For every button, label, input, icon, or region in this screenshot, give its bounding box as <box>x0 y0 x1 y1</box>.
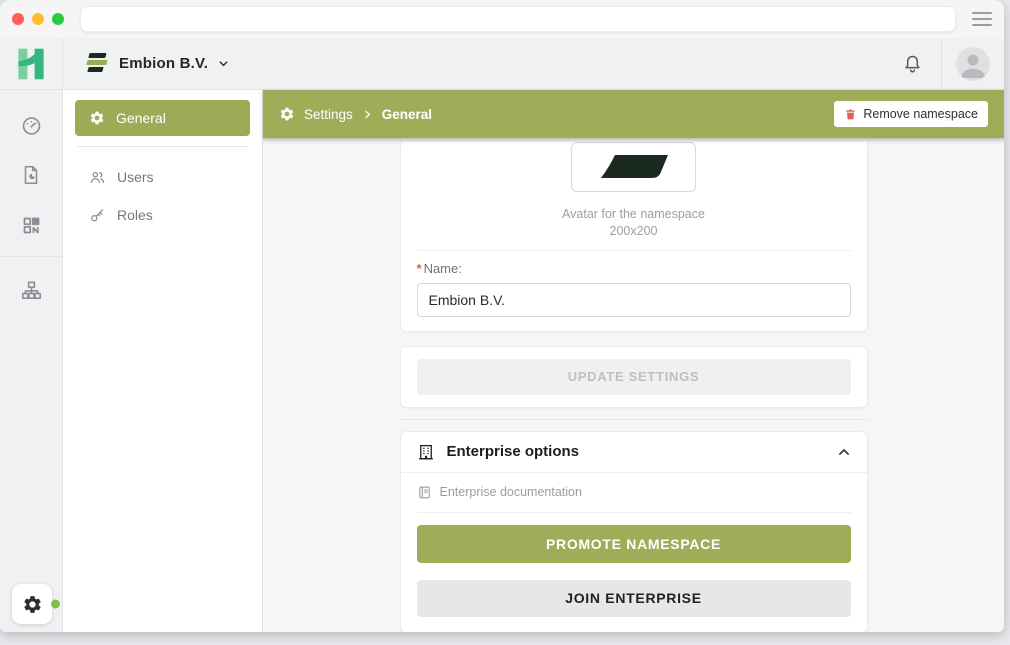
form-actions-card: UPDATE SETTINGS <box>400 346 868 408</box>
gear-icon <box>279 106 295 122</box>
nav-apps-button[interactable] <box>0 200 62 250</box>
settings-sidebar: General Users <box>63 90 263 632</box>
main-area: Settings General Remove namespace <box>263 90 1004 632</box>
breadcrumb-settings[interactable]: Settings <box>304 107 353 122</box>
primary-nav-rail <box>0 90 63 632</box>
update-settings-button[interactable]: UPDATE SETTINGS <box>417 359 851 395</box>
namespace-avatar-image <box>594 154 674 180</box>
join-enterprise-button[interactable]: JOIN ENTERPRISE <box>417 580 851 617</box>
sitemap-icon <box>20 279 43 302</box>
breadcrumb-bar: Settings General Remove namespace <box>263 90 1004 138</box>
browser-window: Embion B.V. <box>0 0 1004 632</box>
settings-shortcut-button[interactable] <box>12 584 52 624</box>
nav-organization-button[interactable] <box>0 265 62 315</box>
zoom-window-button[interactable] <box>52 13 64 25</box>
sidebar-item-label: General <box>116 110 166 126</box>
workspace-switcher[interactable]: Embion B.V. <box>63 38 243 89</box>
sidebar-item-users[interactable]: Users <box>75 159 250 195</box>
enterprise-options-header[interactable]: Enterprise options <box>401 432 867 473</box>
key-icon <box>89 207 106 224</box>
enterprise-documentation-link[interactable]: Enterprise documentation <box>417 485 851 500</box>
apps-grid-icon <box>21 215 42 236</box>
app-header: Embion B.V. <box>0 38 1004 90</box>
namespace-avatar-upload[interactable] <box>571 142 696 192</box>
address-bar[interactable] <box>80 6 956 32</box>
chevron-down-icon <box>218 58 229 69</box>
gear-icon <box>22 594 43 615</box>
breadcrumb-general: General <box>382 107 432 122</box>
required-marker: * <box>417 261 422 276</box>
section-divider <box>400 419 868 420</box>
sidebar-item-label: Users <box>117 169 154 185</box>
users-icon <box>89 169 106 186</box>
browser-chrome <box>0 0 1004 38</box>
dashboard-gauge-icon <box>20 114 43 137</box>
user-avatar <box>956 47 990 81</box>
building-icon <box>417 443 435 461</box>
user-menu-button[interactable] <box>942 38 1004 89</box>
sidebar-item-general[interactable]: General <box>75 100 250 136</box>
name-field-label: *Name: <box>417 261 851 276</box>
notifications-button[interactable] <box>883 38 941 89</box>
enterprise-options-title: Enterprise options <box>447 443 580 460</box>
book-icon <box>417 485 432 500</box>
gear-icon <box>89 110 105 126</box>
content-scroll-area[interactable]: Avatar for the namespace 200x200 *Name: … <box>263 138 1004 632</box>
minimize-window-button[interactable] <box>32 13 44 25</box>
workspace-name: Embion B.V. <box>119 55 208 72</box>
chevron-right-icon <box>363 110 372 119</box>
trash-icon <box>844 108 857 121</box>
app-logo[interactable] <box>0 38 63 89</box>
h-logo-icon <box>13 46 49 82</box>
close-window-button[interactable] <box>12 13 24 25</box>
settings-status-dot <box>51 600 60 609</box>
chevron-up-icon <box>837 445 851 459</box>
sidebar-item-label: Roles <box>117 207 153 223</box>
name-input[interactable] <box>417 283 851 317</box>
nav-dashboard-button[interactable] <box>0 100 62 150</box>
browser-menu-icon[interactable] <box>972 12 992 26</box>
enterprise-options-card: Enterprise options <box>400 431 868 632</box>
bell-icon <box>902 53 923 74</box>
traffic-lights <box>12 13 64 25</box>
promote-namespace-button[interactable]: PROMOTE NAMESPACE <box>417 525 851 563</box>
embion-logo-icon <box>85 52 109 75</box>
namespace-settings-card: Avatar for the namespace 200x200 *Name: <box>400 142 868 332</box>
report-document-icon <box>20 164 42 186</box>
enterprise-documentation-label: Enterprise documentation <box>440 485 582 499</box>
avatar-caption: Avatar for the namespace 200x200 <box>401 206 867 240</box>
remove-namespace-button[interactable]: Remove namespace <box>834 101 988 127</box>
sidebar-item-roles[interactable]: Roles <box>75 197 250 233</box>
nav-reports-button[interactable] <box>0 150 62 200</box>
remove-namespace-label: Remove namespace <box>863 107 978 121</box>
